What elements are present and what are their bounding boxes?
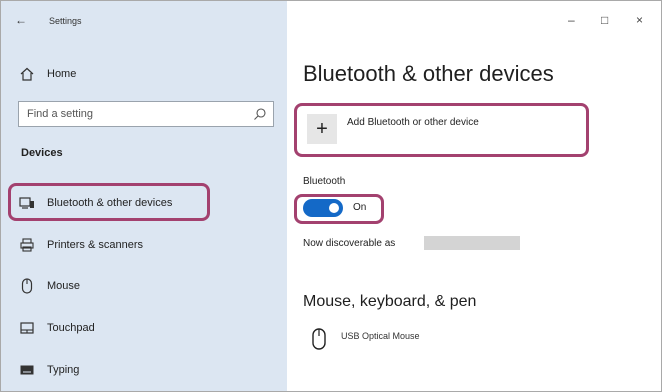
sidebar-item-label: Typing bbox=[47, 364, 80, 376]
search-icon bbox=[253, 107, 267, 121]
sidebar-item-printers[interactable]: Printers & scanners bbox=[1, 228, 287, 262]
bluetooth-label: Bluetooth bbox=[303, 176, 346, 187]
bluetooth-item-highlight bbox=[8, 183, 210, 221]
add-device-highlight bbox=[294, 103, 589, 157]
mouse-device-icon bbox=[311, 327, 327, 351]
printer-icon bbox=[19, 237, 35, 253]
section-title: Mouse, keyboard, & pen bbox=[303, 293, 477, 310]
app-title: Settings bbox=[49, 16, 82, 26]
keyboard-icon bbox=[19, 362, 35, 378]
settings-window: ← Settings Home Find a setting Devices B… bbox=[0, 0, 662, 392]
sidebar-item-touchpad[interactable]: Touchpad bbox=[1, 311, 287, 345]
device-name[interactable]: USB Optical Mouse bbox=[341, 331, 420, 341]
search-placeholder: Find a setting bbox=[27, 108, 94, 120]
device-name-redacted bbox=[424, 236, 520, 250]
sidebar-item-mouse[interactable]: Mouse bbox=[1, 269, 287, 303]
sidebar-item-typing[interactable]: Typing bbox=[1, 353, 287, 387]
close-button[interactable]: × bbox=[636, 13, 643, 27]
minimize-button[interactable]: – bbox=[568, 13, 575, 27]
mouse-icon bbox=[19, 278, 35, 294]
search-input[interactable]: Find a setting bbox=[18, 101, 274, 127]
touchpad-icon bbox=[19, 320, 35, 336]
maximize-button[interactable]: □ bbox=[601, 13, 608, 27]
sidebar: ← Settings Home Find a setting Devices B… bbox=[1, 1, 287, 391]
page-title: Bluetooth & other devices bbox=[303, 61, 554, 86]
discoverable-text: Now discoverable as bbox=[303, 238, 396, 249]
sidebar-item-label: Home bbox=[47, 68, 77, 80]
back-arrow-icon[interactable]: ← bbox=[15, 13, 27, 27]
sidebar-item-label: Mouse bbox=[47, 280, 81, 292]
home-icon bbox=[19, 66, 35, 82]
sidebar-item-label: Printers & scanners bbox=[47, 239, 143, 251]
sidebar-item-label: Touchpad bbox=[47, 322, 95, 334]
toggle-highlight bbox=[294, 194, 384, 224]
section-header: Devices bbox=[21, 147, 63, 159]
sidebar-item-home[interactable]: Home bbox=[1, 57, 287, 91]
